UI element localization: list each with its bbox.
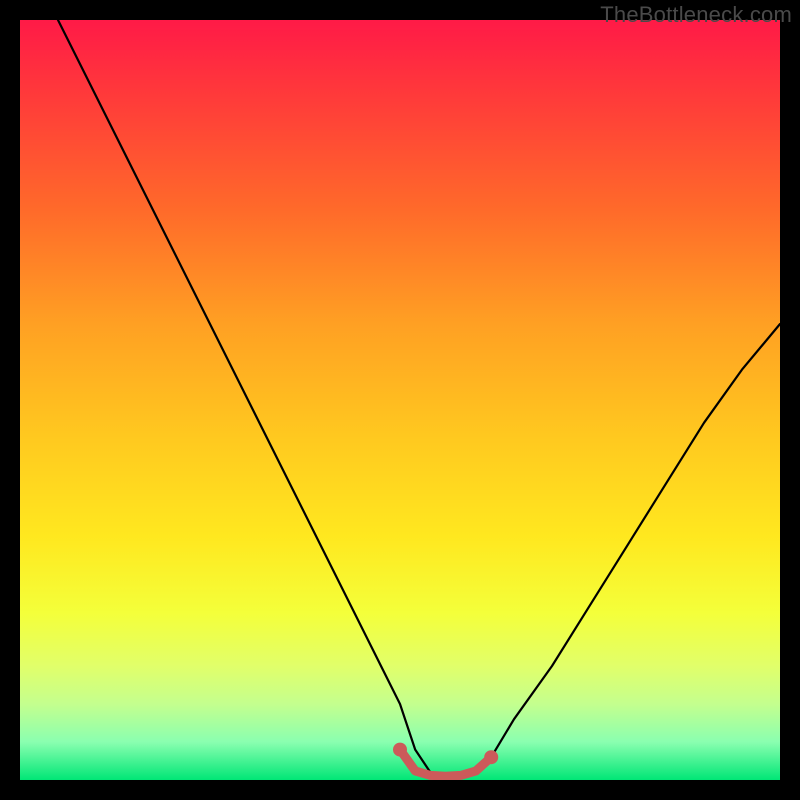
chart-svg <box>20 20 780 780</box>
valley-end-dot <box>484 750 498 764</box>
bottleneck-curve-path <box>58 20 780 776</box>
chart-plot-area <box>20 20 780 780</box>
chart-frame: TheBottleneck.com <box>0 0 800 800</box>
valley-end-dot <box>393 743 407 757</box>
valley-emphasis-path <box>400 750 491 777</box>
